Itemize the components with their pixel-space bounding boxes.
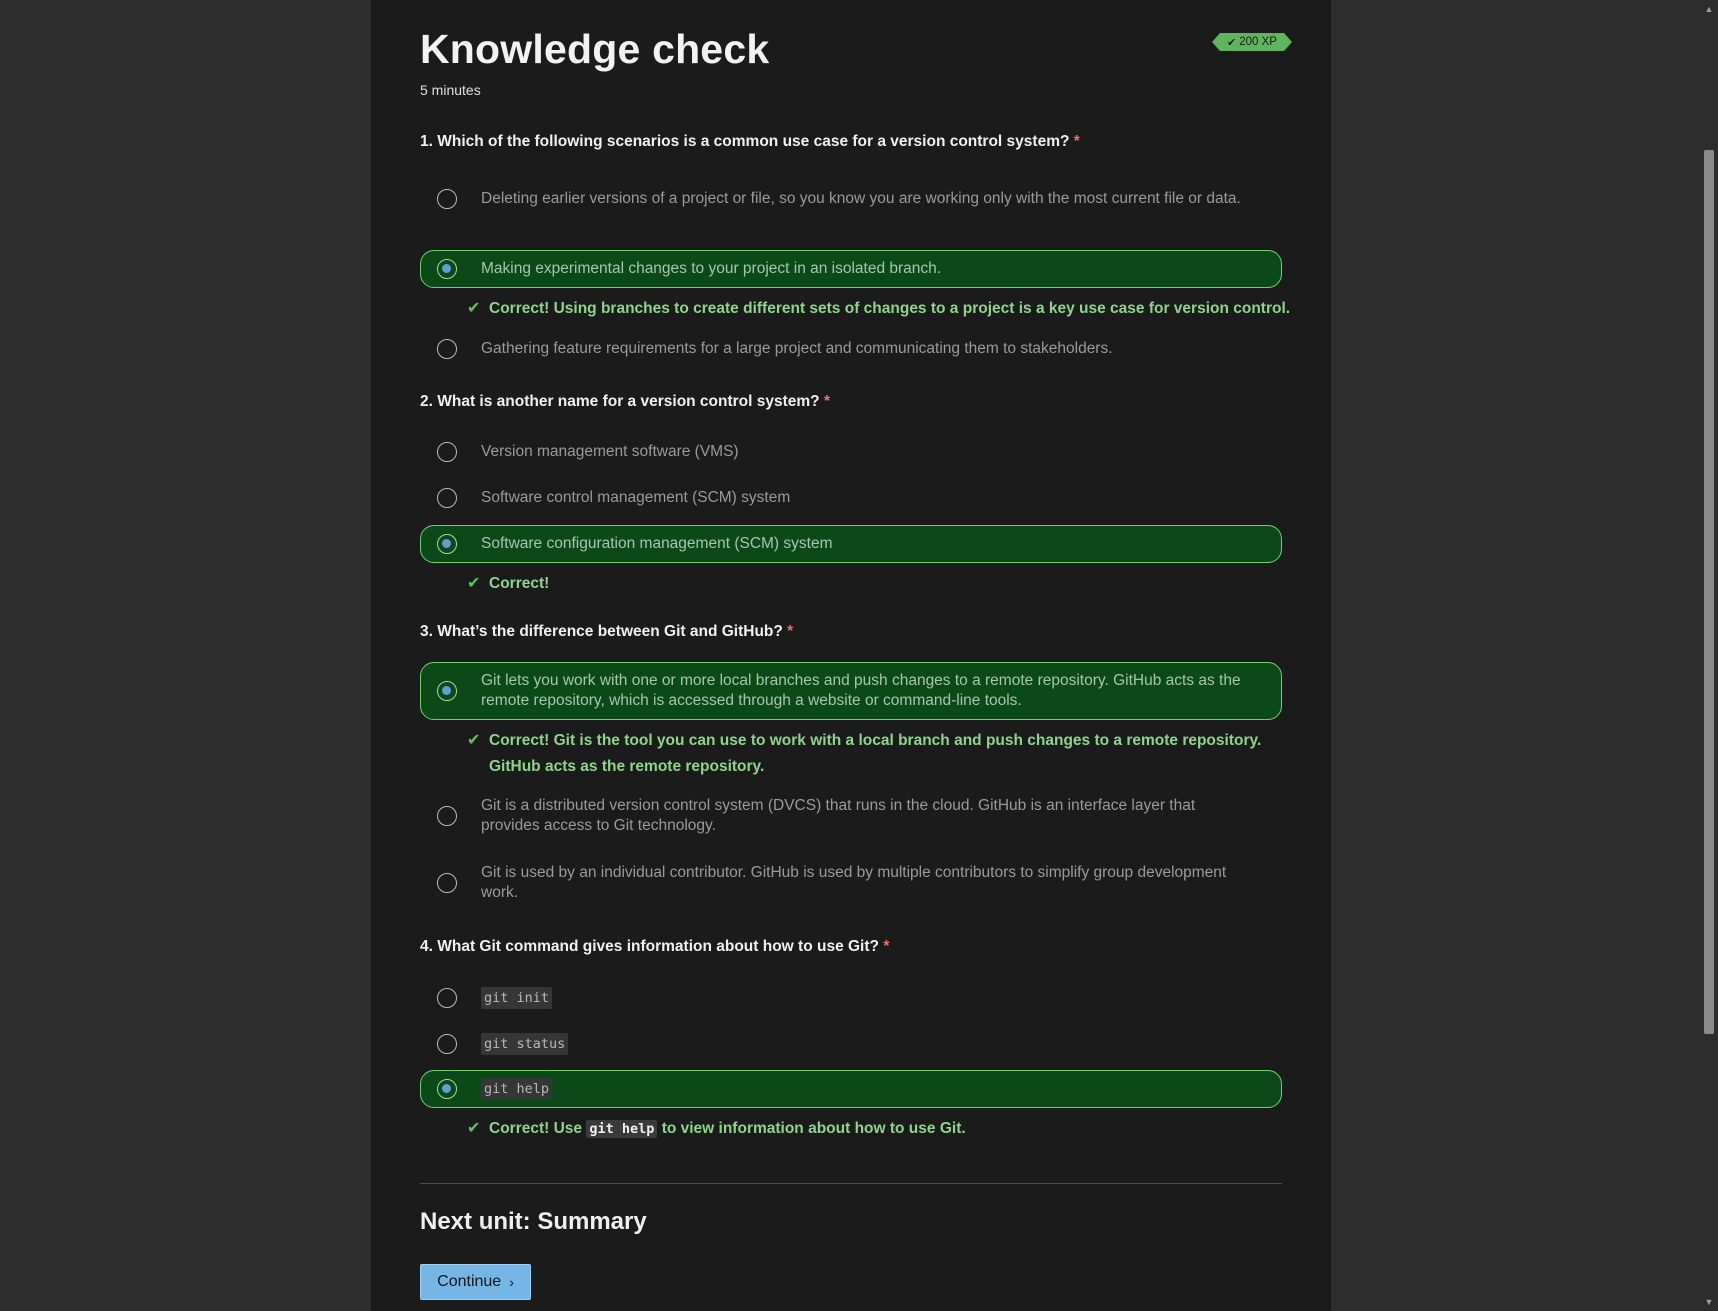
- option-label: Git is a distributed version control sys…: [481, 797, 1196, 834]
- feedback-text: Correct! Using branches to create differ…: [489, 300, 1291, 317]
- next-unit-heading: Next unit: Summary: [420, 1208, 647, 1235]
- feedback-suffix: to view information about how to use Git…: [661, 1120, 966, 1137]
- radio-dot: [442, 539, 451, 548]
- q2-feedback: ✔ Correct!: [467, 571, 549, 597]
- q3-option-3[interactable]: Git is used by an individual contributor…: [420, 862, 1282, 904]
- check-icon: ✔: [467, 575, 481, 592]
- q4-option-3[interactable]: git help: [420, 1070, 1282, 1108]
- radio-button[interactable]: [437, 189, 457, 209]
- xp-badge-label: 200 XP: [1239, 36, 1277, 48]
- option-code-label: git help: [481, 1078, 553, 1100]
- scroll-up-arrow-icon[interactable]: ▲: [1704, 4, 1714, 14]
- radio-button[interactable]: [437, 806, 457, 826]
- radio-button-selected[interactable]: [437, 681, 457, 701]
- radio-button[interactable]: [437, 988, 457, 1008]
- main-content-panel: Knowledge check 5 minutes ✔ 200 XP 1. Wh…: [371, 0, 1331, 1311]
- option-label: Deleting earlier versions of a project o…: [481, 190, 1241, 207]
- check-icon: ✔: [467, 1120, 481, 1137]
- option-code-label: git status: [481, 1033, 569, 1055]
- radio-button[interactable]: [437, 442, 457, 462]
- q2-option-2[interactable]: Software control management (SCM) system: [420, 487, 1282, 509]
- feedback-prefix: Correct! Use: [489, 1120, 583, 1137]
- continue-button[interactable]: Continue ›: [420, 1264, 531, 1300]
- required-marker: *: [1073, 133, 1080, 150]
- question-1-label: 1. Which of the following scenarios is a…: [420, 133, 1080, 151]
- feedback-code: git help: [586, 1120, 658, 1138]
- option-label: Git lets you work with one or more local…: [481, 672, 1241, 709]
- option-label: Making experimental changes to your proj…: [481, 260, 942, 277]
- q1-option-1[interactable]: Deleting earlier versions of a project o…: [420, 175, 1282, 223]
- required-marker: *: [787, 623, 794, 640]
- q4-feedback: ✔ Correct! Use git help to view informat…: [467, 1116, 966, 1142]
- radio-dot: [442, 686, 451, 695]
- scroll-down-arrow-icon[interactable]: ▼: [1704, 1297, 1714, 1307]
- duration-text: 5 minutes: [420, 82, 481, 98]
- q1-option-3[interactable]: Gathering feature requirements for a lar…: [420, 338, 1282, 360]
- vertical-scrollbar[interactable]: ▲ ▼: [1700, 0, 1718, 1311]
- scrollbar-thumb[interactable]: [1704, 150, 1714, 1034]
- option-label: Git is used by an individual contributor…: [481, 864, 1227, 901]
- q2-option-1[interactable]: Version management software (VMS): [420, 441, 1282, 463]
- question-2-text: 2. What is another name for a version co…: [420, 393, 820, 410]
- q1-option-2[interactable]: Making experimental changes to your proj…: [420, 250, 1282, 288]
- radio-dot: [442, 1084, 451, 1093]
- page-title: Knowledge check: [420, 26, 770, 72]
- q3-option-1[interactable]: Git lets you work with one or more local…: [420, 662, 1282, 720]
- option-label: Version management software (VMS): [481, 443, 739, 460]
- radio-button[interactable]: [437, 1034, 457, 1054]
- required-marker: *: [823, 393, 831, 410]
- feedback-text: Correct!: [489, 575, 550, 592]
- radio-button[interactable]: [437, 873, 457, 893]
- question-3-label: 3. What’s the difference between Git and…: [420, 623, 793, 641]
- chevron-right-icon: ›: [509, 1274, 514, 1290]
- check-icon: ✔: [467, 300, 481, 317]
- continue-label: Continue: [437, 1273, 502, 1290]
- q3-feedback: ✔ Correct! Git is the tool you can use t…: [467, 728, 1267, 780]
- question-1-text: 1. Which of the following scenarios is a…: [420, 133, 1070, 150]
- option-label: Gathering feature requirements for a lar…: [481, 340, 1113, 357]
- check-icon: ✔: [467, 732, 481, 749]
- question-3-text: 3. What’s the difference between Git and…: [420, 623, 783, 640]
- option-code-label: git init: [481, 987, 553, 1009]
- q1-feedback: ✔ Correct! Using branches to create diff…: [467, 296, 1290, 322]
- radio-button-selected[interactable]: [437, 534, 457, 554]
- q4-option-2[interactable]: git status: [420, 1032, 1282, 1056]
- required-marker: *: [883, 938, 890, 955]
- q4-option-1[interactable]: git init: [420, 986, 1282, 1010]
- radio-button-selected[interactable]: [437, 259, 457, 279]
- feedback-text: Correct! Git is the tool you can use to …: [489, 732, 1262, 775]
- question-4-text: 4. What Git command gives information ab…: [420, 938, 879, 955]
- radio-dot: [442, 264, 451, 273]
- question-4-label: 4. What Git command gives information ab…: [420, 938, 889, 956]
- radio-button[interactable]: [437, 339, 457, 359]
- radio-button[interactable]: [437, 488, 457, 508]
- q3-option-2[interactable]: Git is a distributed version control sys…: [420, 795, 1282, 837]
- option-label: Software configuration management (SCM) …: [481, 535, 833, 552]
- radio-button-selected[interactable]: [437, 1079, 457, 1099]
- section-divider: [420, 1183, 1282, 1184]
- option-label: Software control management (SCM) system: [481, 489, 791, 506]
- xp-badge: ✔ 200 XP: [1212, 33, 1292, 51]
- check-icon: ✔: [1227, 36, 1237, 49]
- question-2-label: 2. What is another name for a version co…: [420, 393, 830, 411]
- q2-option-3[interactable]: Software configuration management (SCM) …: [420, 525, 1282, 563]
- feedback-text: Correct! Use git help to view informatio…: [489, 1116, 966, 1142]
